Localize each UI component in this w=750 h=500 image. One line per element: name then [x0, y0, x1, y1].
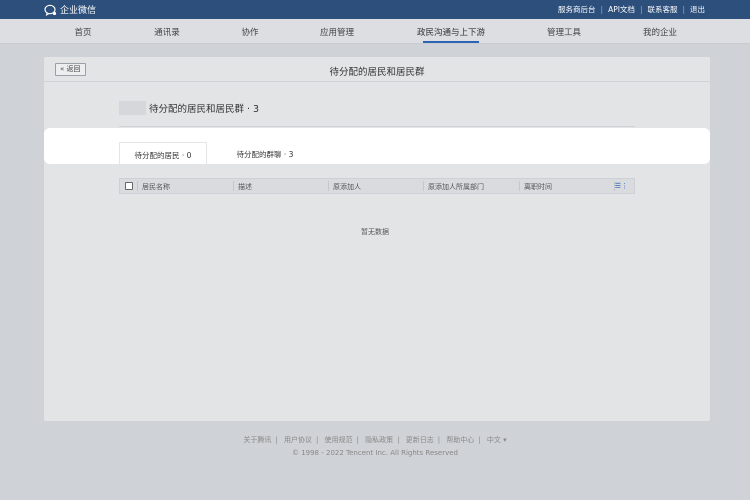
nav-home[interactable]: 首页: [74, 26, 91, 38]
tab-strip: 待分配的居民 · 0 待分配的群聊 · 3: [44, 128, 710, 164]
column-header-resign-time[interactable]: 离职时间: [524, 182, 552, 192]
nav-collaboration[interactable]: 协作: [241, 26, 258, 38]
column-header-adder-department[interactable]: 原添加人所属部门: [428, 182, 484, 192]
logout-link[interactable]: 退出: [685, 4, 710, 15]
tab-label: 待分配的群聊 · 3: [236, 150, 294, 159]
empty-state-text: 暂无数据: [361, 228, 389, 236]
main-nav: 首页 通讯录 协作 应用管理 政民沟通与上下游 管理工具 我的企业: [0, 19, 750, 44]
nav-management-tools[interactable]: 管理工具: [547, 26, 581, 38]
tab-unassigned-groups[interactable]: 待分配的群聊 · 3: [218, 142, 312, 164]
footer-changelog-link[interactable]: 更新日志: [406, 436, 434, 444]
vendor-backend-link[interactable]: 服务商后台: [553, 4, 601, 15]
app-logo[interactable]: 企业微信: [44, 3, 96, 16]
column-header-description[interactable]: 描述: [238, 182, 252, 192]
panel-header: « 返回 待分配的居民和居民群: [44, 57, 710, 82]
nav-active-indicator: [423, 41, 479, 43]
nav-government-upstream[interactable]: 政民沟通与上下游: [417, 26, 485, 38]
divider: [119, 126, 635, 127]
nav-my-enterprise[interactable]: 我的企业: [643, 26, 677, 38]
top-links: 服务商后台 | API文档 | 联系客服 | 退出: [553, 4, 710, 15]
nav-app-management[interactable]: 应用管理: [320, 26, 354, 38]
footer-usage-rules-link[interactable]: 使用规范: [325, 436, 353, 444]
list-settings-icon[interactable]: ☰⋮: [615, 182, 628, 190]
wecom-logo-icon: [44, 4, 57, 16]
tab-unassigned-residents[interactable]: 待分配的居民 · 0: [119, 142, 207, 164]
footer-links: 关于腾讯 | 用户协议 | 使用规范 | 隐私政策 | 更新日志 | 帮助中心 | 中文 ▾: [243, 436, 507, 444]
app-name: 企业微信: [60, 6, 97, 16]
sub-header: 待分配的居民和居民群 · 3: [119, 101, 259, 115]
footer-privacy-link[interactable]: 隐私政策: [365, 436, 393, 444]
footer-user-agreement-link[interactable]: 用户协议: [284, 436, 312, 444]
footer-help-link[interactable]: 帮助中心: [446, 436, 474, 444]
column-header-original-adder[interactable]: 原添加人: [333, 182, 361, 192]
top-bar: 企业微信 服务商后台 | API文档 | 联系客服 | 退出: [0, 0, 750, 19]
nav-contacts[interactable]: 通讯录: [154, 26, 180, 38]
copyright: © 1998 - 2022 Tencent Inc. All Rights Re…: [291, 449, 459, 457]
api-docs-link[interactable]: API文档: [603, 4, 640, 15]
column-header-resident-name[interactable]: 居民名称: [142, 182, 170, 192]
contact-support-link[interactable]: 联系客服: [642, 4, 682, 15]
content-panel: « 返回 待分配的居民和居民群 待分配的居民和居民群 · 3: [44, 57, 710, 421]
footer-about-link[interactable]: 关于腾讯: [243, 436, 271, 444]
section-title: 待分配的居民和居民群 · 3: [149, 104, 260, 115]
table-header: 居民名称 描述 原添加人 原添加人所属部门 离职时间 ☰⋮: [119, 178, 635, 194]
avatar: [119, 101, 146, 115]
footer-language-select[interactable]: 中文 ▾: [487, 436, 507, 444]
tab-label: 待分配的居民 · 0: [134, 151, 192, 160]
page-title: 待分配的居民和居民群: [329, 67, 425, 78]
select-all-checkbox[interactable]: [125, 182, 133, 190]
